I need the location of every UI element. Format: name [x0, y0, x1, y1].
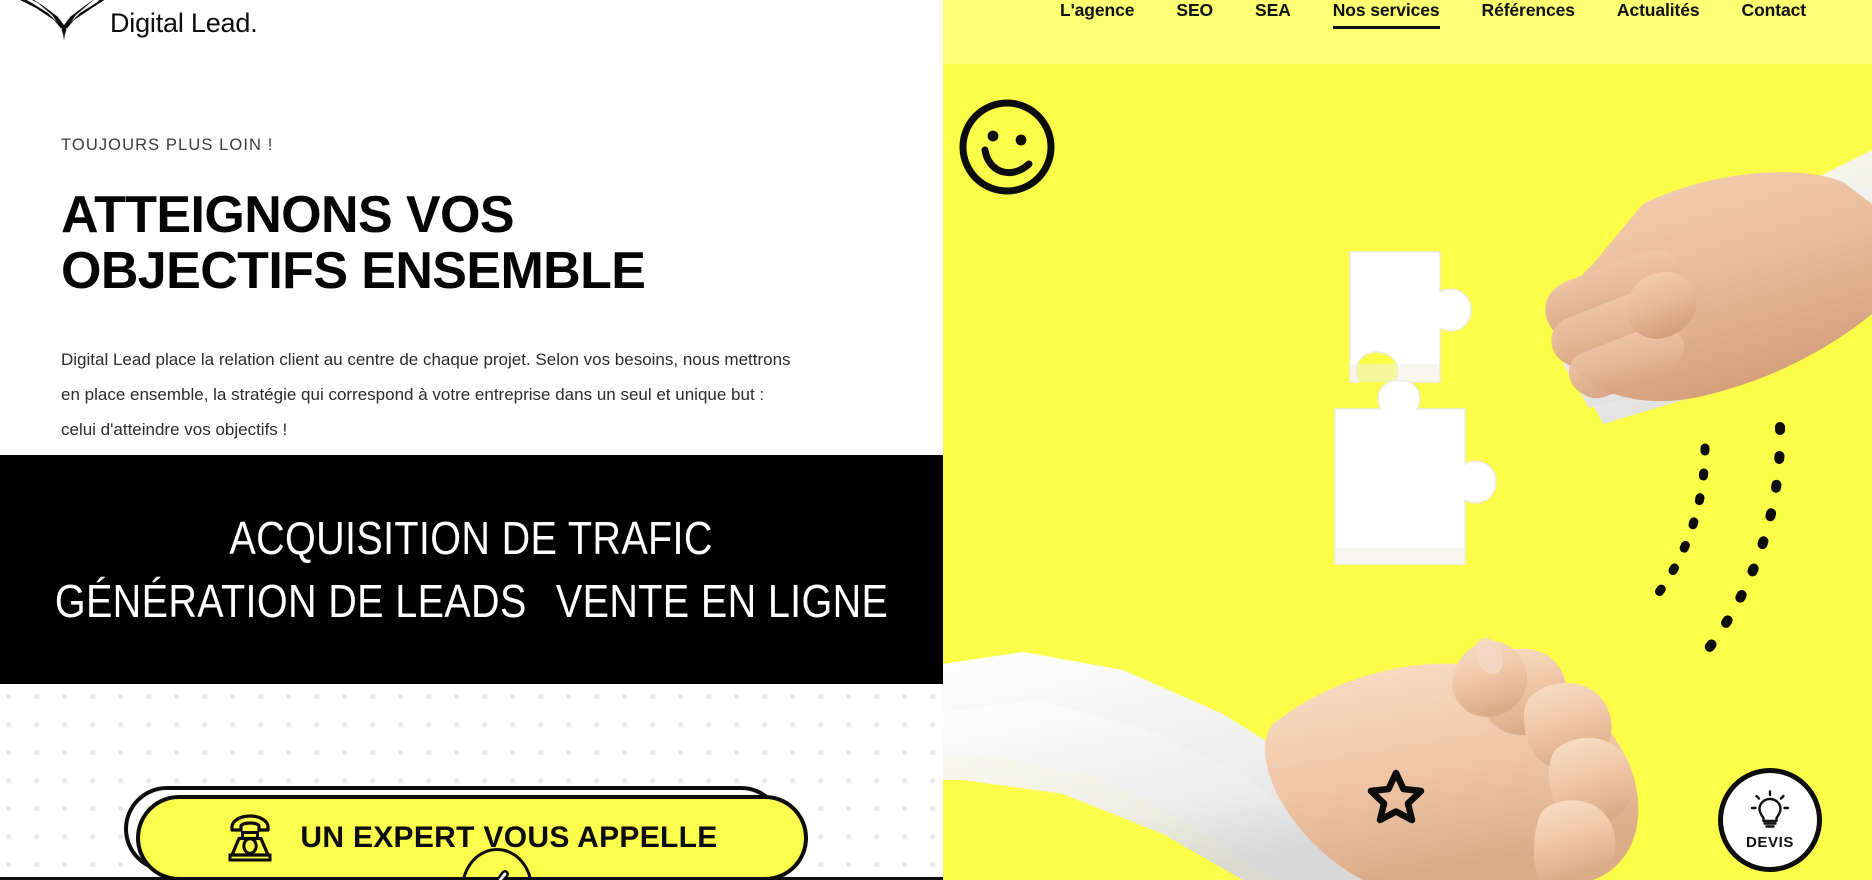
devis-badge[interactable]: DEVIS	[1718, 768, 1822, 872]
smiley-decoration	[955, 95, 1059, 204]
hero-eyebrow: TOUJOURS PLUS LOIN !	[61, 136, 274, 154]
nav-item-actualites[interactable]: Actualités	[1596, 0, 1721, 31]
page-title: ATTEIGNONS VOS OBJECTIFS ENSEMBLE	[61, 187, 943, 299]
hero-intro: TOUJOURS PLUS LOIN ! ATTEIGNONS VOS OBJE…	[0, 64, 943, 448]
main-navigation: L'agence SEO SEA Nos services Références…	[1039, 0, 1827, 31]
nav-item-contact[interactable]: Contact	[1721, 0, 1827, 31]
nav-item-nos-services[interactable]: Nos services	[1312, 0, 1461, 31]
star-decoration	[1367, 768, 1425, 829]
service-vente-en-ligne: VENTE EN LIGNE	[555, 574, 889, 627]
chevron-v-logo-icon	[20, 0, 104, 41]
headline-line-1: ATTEIGNONS VOS	[61, 186, 515, 244]
site-header: Digital Lead. L'agence SEO SEA Nos servi…	[0, 0, 1872, 64]
hero-right-column: DEVIS	[943, 64, 1872, 880]
dashed-arc-icon	[1697, 422, 1786, 662]
headline-line-2: OBJECTIFS ENSEMBLE	[61, 242, 646, 301]
hero-left-column: TOUJOURS PLUS LOIN ! ATTEIGNONS VOS OBJE…	[0, 64, 943, 880]
cta-area: UN EXPERT VOUS APPELLE	[124, 786, 814, 880]
devis-label: DEVIS	[1745, 833, 1794, 851]
hero-description: Digital Lead place la relation client au…	[61, 350, 791, 439]
pointing-hand-icon	[495, 870, 509, 880]
nav-item-lagence[interactable]: L'agence	[1039, 0, 1155, 31]
nav-item-seo[interactable]: SEO	[1155, 0, 1234, 31]
service-generation-de-leads: GÉNÉRATION DE LEADS	[54, 574, 527, 627]
header-brand-area: Digital Lead.	[0, 0, 943, 64]
page-root: Digital Lead. L'agence SEO SEA Nos servi…	[0, 0, 1872, 880]
lightbulb-icon	[1750, 789, 1790, 828]
smiley-face-icon	[959, 99, 1055, 195]
services-row-2: GÉNÉRATION DE LEADS VENTE EN LIGNE	[55, 575, 888, 628]
header-nav-area: L'agence SEO SEA Nos services Références…	[943, 0, 1872, 64]
nav-item-references[interactable]: Références	[1461, 0, 1596, 31]
brand-name: Digital Lead.	[110, 7, 258, 38]
brand-logo[interactable]: Digital Lead.	[8, 0, 258, 49]
services-row-1: ACQUISITION DE TRAFIC	[229, 511, 714, 564]
star-outline-icon	[1367, 769, 1425, 824]
nav-item-sea[interactable]: SEA	[1234, 0, 1312, 31]
rotary-telephone-icon	[228, 814, 272, 862]
services-band: ACQUISITION DE TRAFIC GÉNÉRATION DE LEAD…	[0, 455, 943, 684]
dashed-arc-large-decoration	[1688, 419, 1798, 674]
